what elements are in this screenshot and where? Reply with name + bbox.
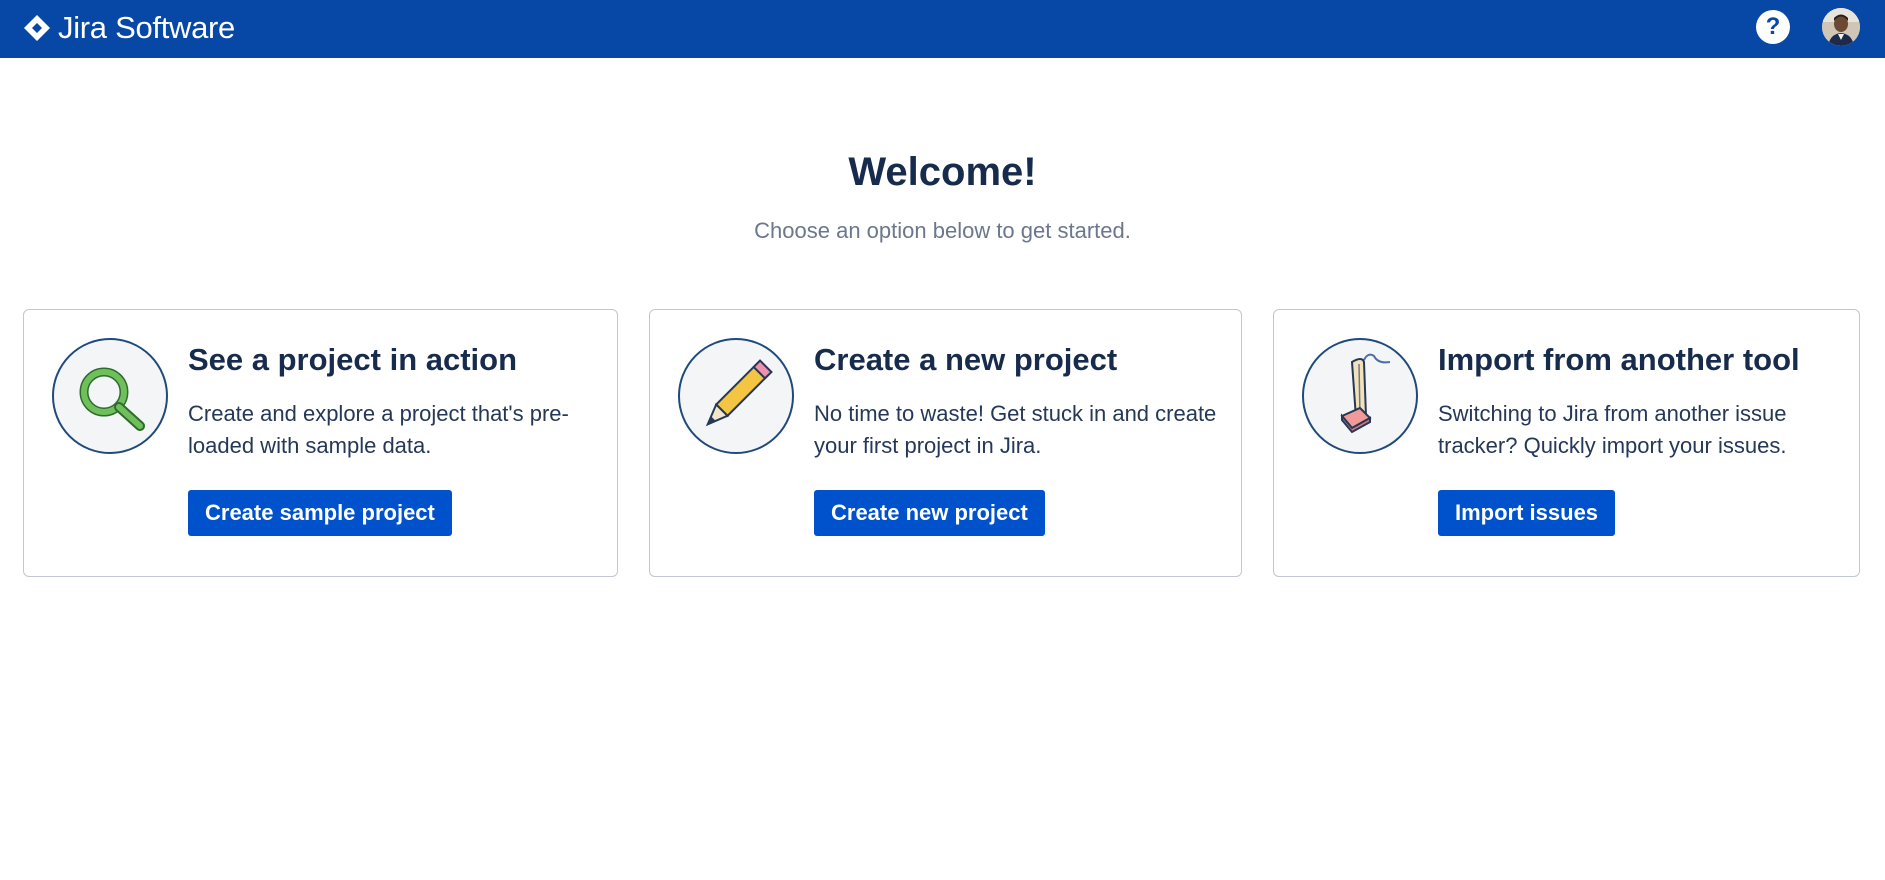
user-avatar[interactable]: [1822, 8, 1860, 46]
create-new-project-button[interactable]: Create new project: [814, 490, 1045, 536]
question-circle-icon: ?: [1765, 13, 1781, 40]
page-title: Welcome!: [848, 150, 1037, 194]
magnifier-icon: [52, 338, 168, 454]
user-avatar-icon: [1822, 8, 1860, 46]
page-subtitle: Choose an option below to get started.: [754, 218, 1131, 243]
jira-diamond-icon: [24, 15, 50, 41]
help-button[interactable]: ?: [1756, 10, 1790, 44]
sample-project-card: See a project in action Create and explo…: [23, 309, 618, 577]
import-issues-button[interactable]: Import issues: [1438, 490, 1616, 536]
import-card: Import from another tool Switching to Ji…: [1273, 309, 1860, 577]
pencil-icon: [678, 338, 794, 454]
top-navigation-bar: Jira Software ?: [0, 0, 1885, 58]
app-name: Jira Software: [58, 10, 235, 45]
new-project-card: Create a new project No time to waste! G…: [649, 309, 1242, 577]
vacuum-icon: [1302, 338, 1418, 454]
card-title: Import from another tool: [1438, 342, 1800, 377]
card-description: No time to waste! Get stuck in and creat…: [814, 401, 1217, 458]
create-sample-project-button[interactable]: Create sample project: [188, 490, 452, 536]
card-description: Switching to Jira from another issue tra…: [1438, 401, 1787, 458]
jira-logo-link[interactable]: Jira Software: [22, 10, 235, 46]
card-title: Create a new project: [814, 342, 1118, 377]
card-title: See a project in action: [188, 342, 518, 377]
card-description: Create and explore a project that's pre-…: [188, 401, 569, 458]
